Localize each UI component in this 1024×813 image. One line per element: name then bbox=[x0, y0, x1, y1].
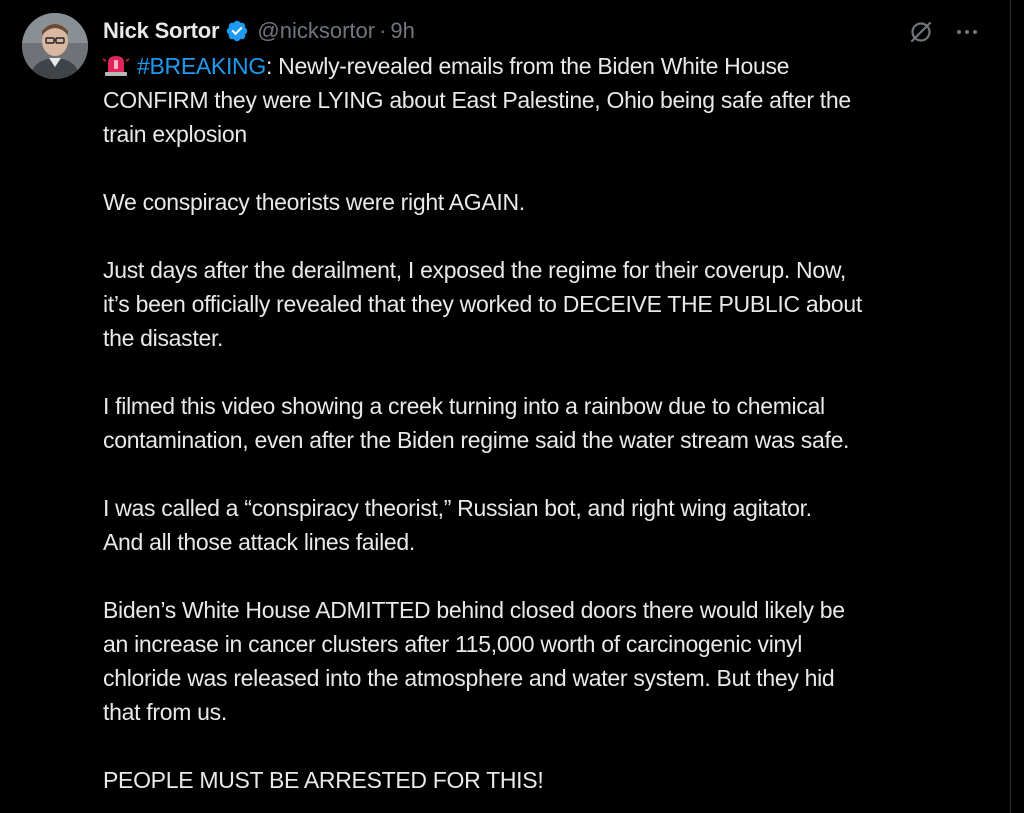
separator-dot: · bbox=[379, 18, 387, 43]
tweet-line: it’s been officially revealed that they … bbox=[103, 291, 862, 317]
tweet-line-text: : Newly-revealed emails from the Biden W… bbox=[265, 53, 790, 79]
tweet-paragraph: We conspiracy theorists were right AGAIN… bbox=[103, 185, 993, 219]
more-options-icon[interactable] bbox=[950, 15, 984, 49]
more-dot bbox=[973, 30, 977, 34]
author-name[interactable]: Nick Sortor bbox=[103, 18, 220, 44]
police-siren-emoji bbox=[102, 52, 130, 76]
more-dot bbox=[965, 30, 969, 34]
tweet-line: that from us. bbox=[103, 699, 227, 725]
tweet-header: Nick Sortor @nicksortor · 9h bbox=[103, 14, 415, 48]
breaking-hashtag-link[interactable]: #BREAKING bbox=[137, 53, 266, 79]
tweet[interactable]: Nick Sortor @nicksortor · 9h #BREAKING: … bbox=[0, 0, 1024, 813]
tweet-line: PEOPLE MUST BE ARRESTED FOR THIS! bbox=[103, 767, 544, 793]
tweet-text: #BREAKING: Newly-revealed emails from th… bbox=[102, 49, 993, 797]
tweet-paragraph: I was called a “conspiracy theorist,” Ru… bbox=[103, 491, 993, 559]
tweet-paragraph: #BREAKING: Newly-revealed emails from th… bbox=[102, 49, 993, 151]
column-divider bbox=[1010, 0, 1011, 813]
tweet-line: I was called a “conspiracy theorist,” Ru… bbox=[103, 495, 812, 521]
tweet-line: #BREAKING: Newly-revealed emails from th… bbox=[102, 49, 993, 83]
grok-icon[interactable] bbox=[904, 15, 938, 49]
tweet-paragraph: Just days after the derailment, I expose… bbox=[103, 253, 993, 355]
tweet-line: Just days after the derailment, I expose… bbox=[103, 257, 846, 283]
tweet-paragraph: PEOPLE MUST BE ARRESTED FOR THIS! bbox=[103, 763, 993, 797]
tweet-line: We conspiracy theorists were right AGAIN… bbox=[103, 189, 525, 215]
avatar-photo bbox=[22, 13, 88, 79]
verified-badge-icon bbox=[225, 19, 249, 43]
tweet-line: I filmed this video showing a creek turn… bbox=[103, 393, 825, 419]
tweet-line: the disaster. bbox=[103, 325, 224, 351]
tweet-line: Biden’s White House ADMITTED behind clos… bbox=[103, 597, 845, 623]
tweet-line: contamination, even after the Biden regi… bbox=[103, 427, 850, 453]
avatar[interactable] bbox=[22, 13, 88, 79]
tweet-paragraph: I filmed this video showing a creek turn… bbox=[103, 389, 993, 457]
tweet-line: And all those attack lines failed. bbox=[103, 529, 415, 555]
tweet-line: CONFIRM they were LYING about East Pales… bbox=[103, 87, 851, 113]
more-dot bbox=[957, 30, 961, 34]
tweet-line: train explosion bbox=[103, 121, 247, 147]
tweet-line: an increase in cancer clusters after 115… bbox=[103, 631, 803, 657]
author-handle[interactable]: @nicksortor bbox=[257, 18, 375, 44]
tweet-line: chloride was released into the atmospher… bbox=[103, 665, 835, 691]
timestamp[interactable]: 9h bbox=[390, 18, 414, 44]
tweet-paragraph: Biden’s White House ADMITTED behind clos… bbox=[103, 593, 993, 729]
